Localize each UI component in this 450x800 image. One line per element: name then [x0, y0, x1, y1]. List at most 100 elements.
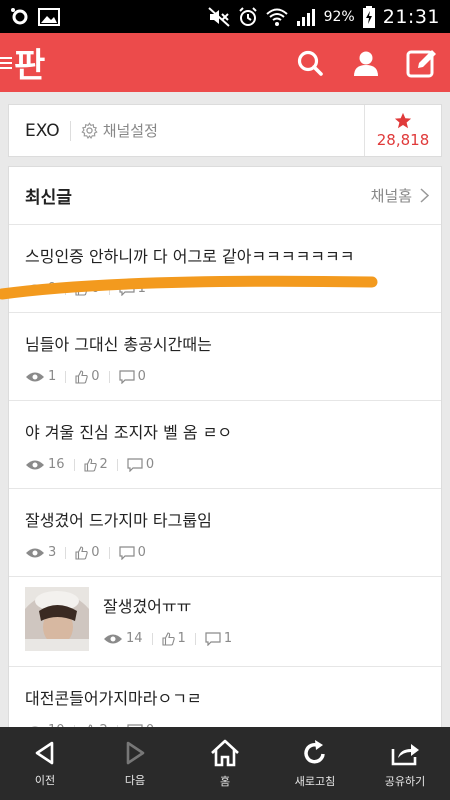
- divider: [65, 370, 67, 383]
- list-item[interactable]: 야 겨울 진심 조지자 벨 옴 ㄹㅇ 16 2 0: [9, 401, 441, 489]
- channel-settings-button[interactable]: 채널설정: [81, 120, 158, 141]
- view-count: 1: [25, 369, 56, 384]
- like-count-value: 0: [91, 281, 100, 296]
- divider: [108, 546, 110, 559]
- like-count: 2: [83, 457, 108, 472]
- like-count-value: 1: [177, 631, 186, 646]
- list-item[interactable]: 잘생겼어 드가지마 타그룹임 3 0 0: [9, 489, 441, 577]
- comment-count: 1: [118, 281, 146, 296]
- comment-icon: [118, 545, 135, 560]
- comment-count-value: 1: [223, 631, 233, 646]
- battery-percent: 92%: [323, 8, 355, 25]
- bottom-navigation: 이전 다음 홈 새로고침 공유하기: [0, 727, 450, 800]
- comment-count-value: 1: [137, 281, 146, 296]
- post-title: 스밍인증 안하니까 다 어그로 같아ㅋㅋㅋㅋㅋㅋㅋ: [25, 247, 355, 266]
- back-icon: [35, 741, 54, 764]
- view-count-value: 3: [48, 545, 57, 560]
- app-logo[interactable]: 판: [0, 33, 45, 92]
- wifi-icon: [265, 7, 288, 27]
- eye-icon: [104, 634, 122, 643]
- comment-count-value: 0: [145, 457, 155, 472]
- comment-count-value: 0: [137, 545, 146, 560]
- signal-icon: [296, 7, 316, 27]
- forward-icon: [126, 741, 145, 764]
- like-count-value: 0: [91, 545, 100, 560]
- comment-count: 0: [127, 457, 154, 472]
- menu-icon[interactable]: [0, 56, 12, 69]
- list-item[interactable]: 잘생겼어ㅠㅠ 14 1 1: [9, 577, 441, 667]
- nav-back-button[interactable]: 이전: [5, 740, 85, 788]
- eye-icon: [26, 372, 44, 381]
- list-title: 최신글: [25, 188, 72, 208]
- post-meta: 16 2 0: [25, 457, 425, 472]
- comment-icon: [127, 457, 143, 472]
- nav-forward-button[interactable]: 다음: [95, 740, 175, 788]
- divider: [108, 370, 110, 383]
- comment-count: 0: [118, 369, 146, 384]
- post-meta: 14 1 1: [103, 631, 232, 646]
- nav-label: 다음: [124, 773, 146, 787]
- status-bar-left: [10, 7, 60, 27]
- like-count: 0: [75, 369, 100, 384]
- app-header: 판: [0, 33, 450, 92]
- nav-label: 새로고침: [294, 774, 336, 788]
- status-bar: 92% 21:31: [0, 0, 450, 33]
- home-icon: [211, 739, 239, 766]
- divider: [151, 632, 153, 645]
- list-header: 최신글 채널홈: [9, 167, 441, 225]
- view-count: 9: [25, 281, 56, 296]
- comment-icon: [118, 281, 135, 296]
- search-icon[interactable]: [292, 45, 328, 81]
- chevron-right-icon: [420, 188, 429, 203]
- eye-icon: [26, 548, 44, 557]
- logo-text: 판: [14, 46, 45, 86]
- post-title: 잘생겼어 드가지마 타그룹임: [25, 511, 212, 530]
- view-count-value: 1: [48, 369, 57, 384]
- nav-label: 이전: [34, 773, 56, 787]
- favorite-button[interactable]: 28,818: [364, 105, 441, 156]
- divider: [116, 458, 118, 471]
- divider: [69, 120, 71, 141]
- like-count-value: 2: [99, 457, 108, 472]
- channel-settings-label: 채널설정: [102, 122, 158, 140]
- favorite-count: 28,818: [376, 131, 430, 149]
- divider: [194, 632, 196, 645]
- status-bar-right: 92% 21:31: [207, 5, 440, 28]
- comment-count: 0: [118, 545, 146, 560]
- nav-share-button[interactable]: 공유하기: [365, 739, 445, 789]
- channel-home-link[interactable]: 채널홈: [371, 185, 429, 206]
- refresh-icon: [304, 739, 325, 763]
- comment-icon: [205, 631, 221, 646]
- write-icon[interactable]: [404, 45, 440, 81]
- post-title: 대전콘들어가지마라ㅇㄱㄹ: [25, 689, 202, 708]
- nav-label: 홈: [219, 774, 231, 788]
- profile-icon[interactable]: [348, 45, 384, 81]
- nav-home-button[interactable]: 홈: [185, 739, 265, 789]
- like-count: 0: [75, 545, 100, 560]
- post-title: 야 겨울 진심 조지자 벨 옴 ㄹㅇ: [25, 423, 233, 442]
- divider: [108, 282, 110, 295]
- divider: [65, 282, 67, 295]
- comment-count-value: 0: [137, 369, 146, 384]
- like-count-value: 0: [91, 369, 100, 384]
- mute-icon: [207, 6, 230, 27]
- gear-icon: [81, 122, 98, 139]
- divider: [73, 458, 75, 471]
- view-count-value: 14: [126, 631, 143, 646]
- header-actions: [292, 45, 440, 81]
- nav-refresh-button[interactable]: 새로고침: [275, 739, 355, 789]
- post-meta: 3 0 0: [25, 545, 425, 560]
- image-notification-icon: [38, 7, 60, 27]
- post-thumbnail: [25, 587, 89, 651]
- star-icon: [394, 112, 412, 129]
- channel-card: EXO 채널설정 28,818: [8, 104, 442, 157]
- like-count: 1: [161, 631, 186, 646]
- channel-name[interactable]: EXO: [25, 121, 60, 141]
- share-icon: [391, 743, 419, 765]
- list-item[interactable]: 스밍인증 안하니까 다 어그로 같아ㅋㅋㅋㅋㅋㅋㅋ 9 0 1: [9, 225, 441, 313]
- list-item[interactable]: 님들아 그대신 총공시간때는 1 0 0: [9, 313, 441, 401]
- view-count-value: 9: [48, 281, 57, 296]
- eye-icon: [26, 460, 44, 469]
- view-count: 16: [25, 457, 65, 472]
- post-title: 잘생겼어ㅠㅠ: [103, 597, 192, 616]
